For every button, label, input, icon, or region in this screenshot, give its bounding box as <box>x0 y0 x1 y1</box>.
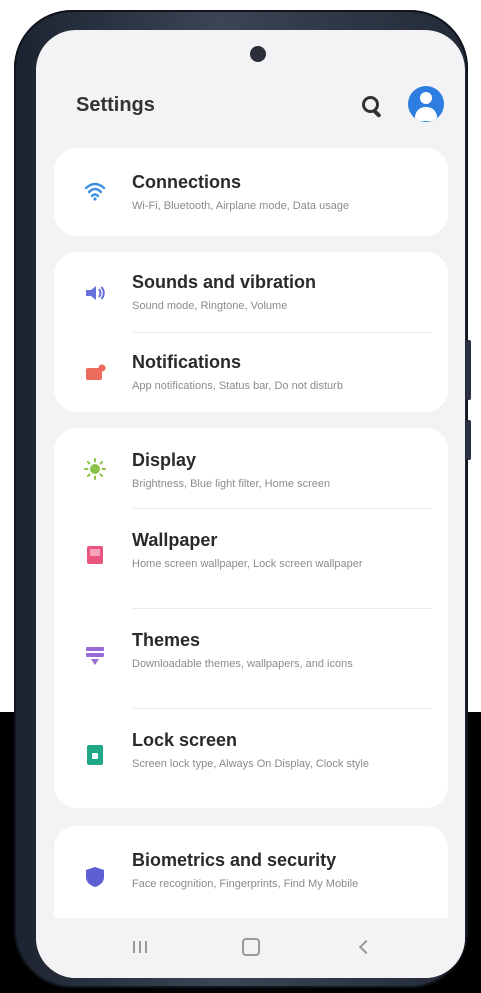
phone-frame: Settings Connections Wi-Fi, Bluetooth, A… <box>14 10 471 988</box>
lock-screen-label: Lock screen <box>132 730 238 750</box>
recent-apps-icon[interactable] <box>120 932 160 962</box>
connections-card: Connections Wi-Fi, Bluetooth, Airplane m… <box>54 148 448 236</box>
power-button <box>466 420 471 460</box>
display-subtitle: Brightness, Blue light filter, Home scre… <box>132 478 331 490</box>
wallpaper-icon <box>87 546 103 564</box>
shield-icon <box>86 867 104 887</box>
sounds-label: Sounds and vibration <box>132 272 317 292</box>
themes-subtitle: Downloadable themes, wallpapers, and ico… <box>132 658 353 670</box>
wallpaper-subtitle: Home screen wallpaper, Lock screen wallp… <box>132 558 363 570</box>
lock-screen-icon <box>87 745 103 765</box>
settings-item-lock-screen[interactable]: Lock screen Screen lock type, Always On … <box>54 708 448 808</box>
connections-subtitle: Wi-Fi, Bluetooth, Airplane mode, Data us… <box>132 200 350 212</box>
sound-notification-card: Sounds and vibration Sound mode, Rington… <box>54 252 448 412</box>
navigation-bar <box>36 918 465 978</box>
connections-label: Connections <box>132 172 242 192</box>
security-subtitle: Face recognition, Fingerprints, Find My … <box>132 878 359 890</box>
display-label: Display <box>132 450 197 470</box>
settings-item-wallpaper[interactable]: Wallpaper Home screen wallpaper, Lock sc… <box>54 508 448 608</box>
account-icon[interactable] <box>408 86 444 122</box>
back-icon[interactable] <box>346 932 386 962</box>
sounds-subtitle: Sound mode, Ringtone, Volume <box>132 300 288 312</box>
themes-label: Themes <box>132 630 201 650</box>
display-personalization-card: Display Brightness, Blue light filter, H… <box>54 428 448 808</box>
lock-screen-subtitle: Screen lock type, Always On Display, Clo… <box>132 758 369 770</box>
phone-screen: Settings Connections Wi-Fi, Bluetooth, A… <box>36 30 465 978</box>
wifi-icon <box>84 182 106 201</box>
security-label: Biometrics and security <box>132 850 337 870</box>
settings-item-connections[interactable]: Connections Wi-Fi, Bluetooth, Airplane m… <box>54 148 448 236</box>
themes-icon <box>86 647 104 665</box>
settings-item-notifications[interactable]: Notifications App notifications, Status … <box>54 332 448 412</box>
speaker-icon <box>86 286 105 300</box>
notifications-subtitle: App notifications, Status bar, Do not di… <box>132 380 343 392</box>
settings-item-sounds[interactable]: Sounds and vibration Sound mode, Rington… <box>54 252 448 332</box>
volume-button <box>466 340 471 400</box>
wallpaper-label: Wallpaper <box>132 530 218 550</box>
settings-item-display[interactable]: Display Brightness, Blue light filter, H… <box>54 428 448 508</box>
brightness-icon <box>84 458 106 480</box>
notifications-label: Notifications <box>132 352 242 372</box>
settings-header: Settings <box>36 30 465 150</box>
page-title: Settings <box>76 94 155 116</box>
search-icon[interactable] <box>356 90 386 120</box>
notification-icon <box>86 364 106 380</box>
settings-item-themes[interactable]: Themes Downloadable themes, wallpapers, … <box>54 608 448 708</box>
home-icon[interactable] <box>231 932 271 962</box>
